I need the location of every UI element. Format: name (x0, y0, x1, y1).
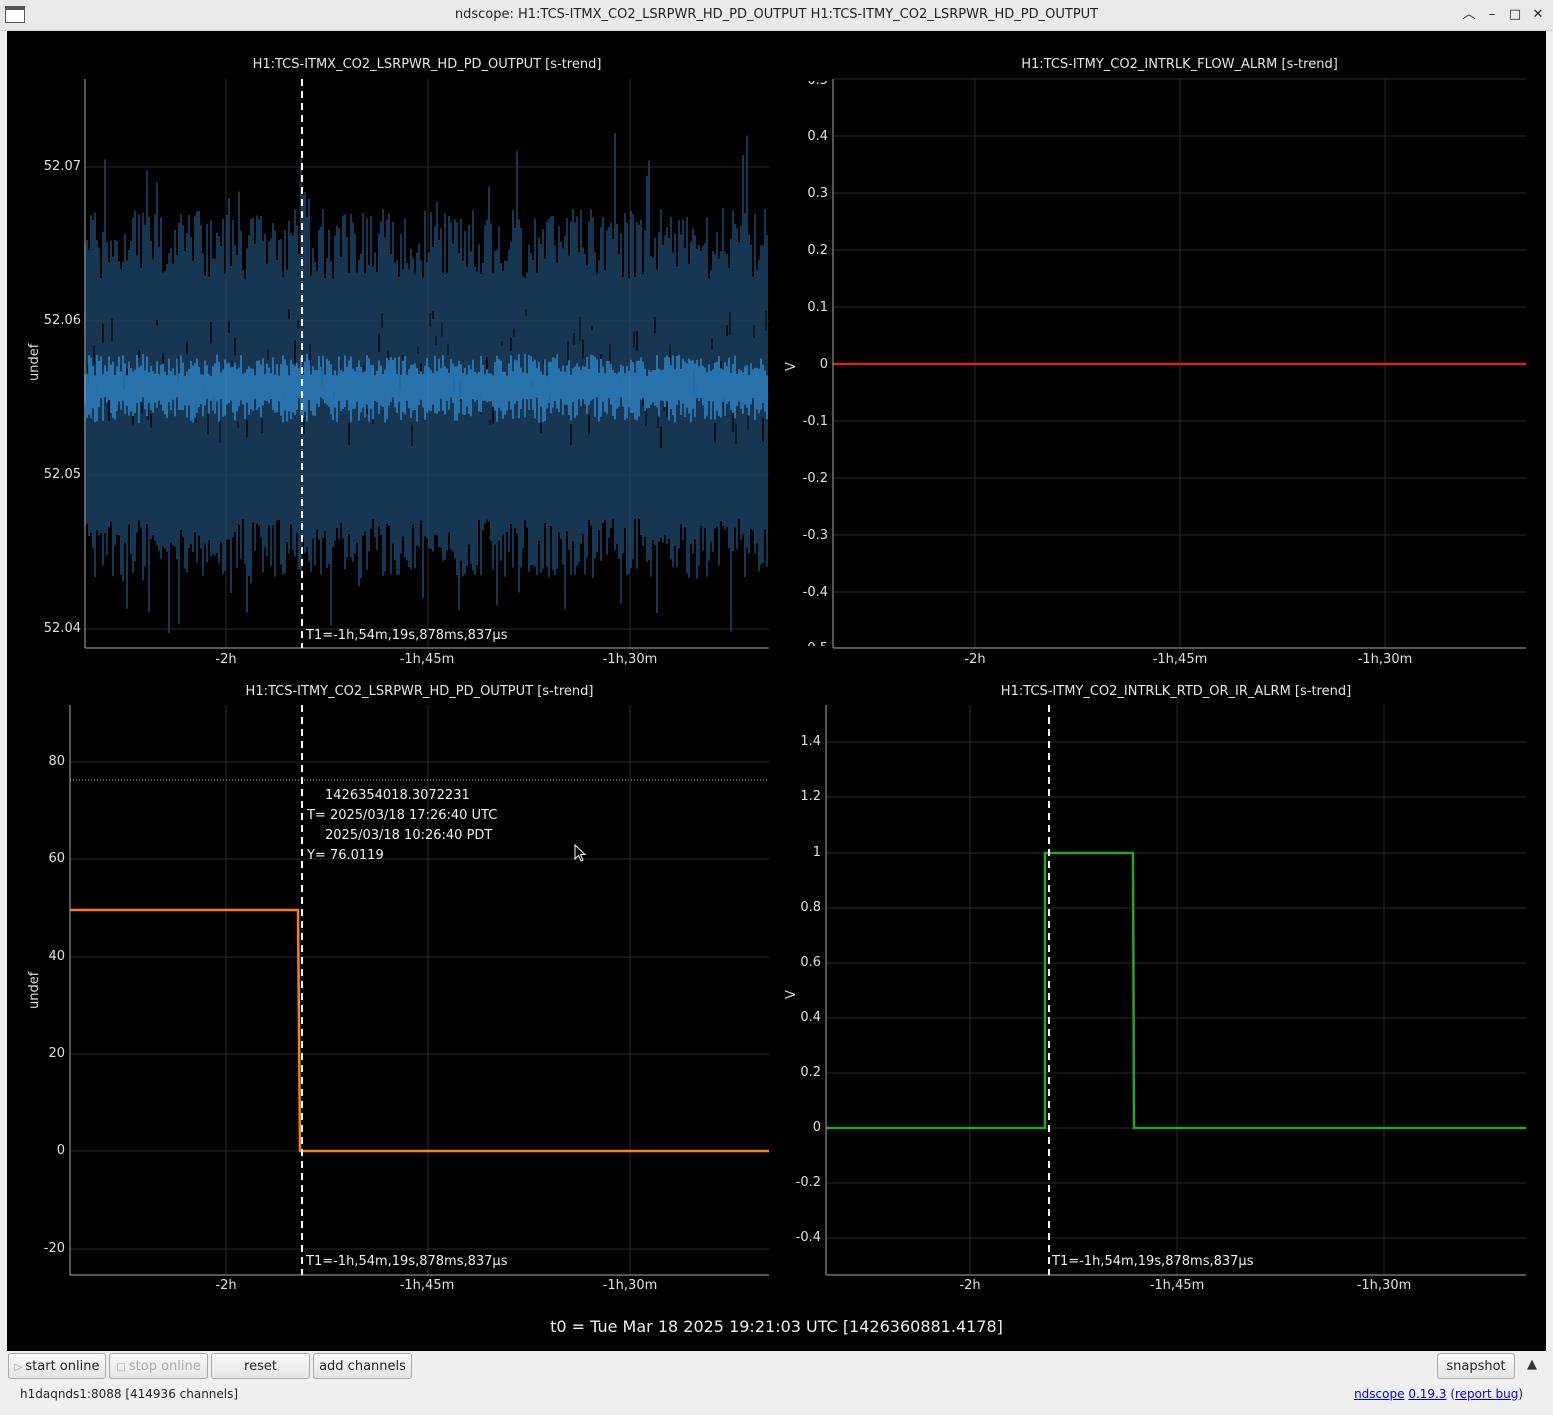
ytick-br-1: 1.2 (800, 789, 821, 804)
cursor-label-bl: T1=-1h,54m,19s,878ms,837µs (306, 1254, 508, 1269)
plot-canvas[interactable]: H1:TCS-ITMX_CO2_LSRPWR_HD_PD_OUTPUT [s-t… (7, 31, 1546, 1351)
xtick-br-1: -1h,45m (1149, 1278, 1205, 1293)
readout-utc: T= 2025/03/18 17:26:40 UTC (307, 808, 498, 823)
ytick-tr-10: -0.5 (802, 641, 828, 656)
ytick-bl-3: 20 (48, 1046, 65, 1061)
xtick-tl-0: -2h (215, 652, 237, 667)
xtick-tl-2: -1h,30m (602, 652, 658, 667)
ytick-br-5: 0.4 (800, 1010, 821, 1025)
ytick-tr-8: -0.3 (802, 528, 828, 543)
ytick-br-0: 1.4 (800, 734, 821, 749)
ytick-bl-2: 40 (48, 949, 65, 964)
ytick-tr-4: 0.1 (807, 300, 828, 315)
bottom-toolbar: ▷ start online □ stop online reset add c… (0, 1351, 1553, 1415)
ytick-br-2: 1 (812, 845, 821, 860)
ytick-tr-7: -0.2 (802, 471, 828, 486)
plot-title-bl: H1:TCS-ITMY_CO2_LSRPWR_HD_PD_OUTPUT [s-t… (245, 684, 594, 699)
xtick-bl-1: -1h,45m (399, 1278, 455, 1293)
plot-title-tr: H1:TCS-ITMY_CO2_INTRLK_FLOW_ALRM [s-tren… (1021, 57, 1338, 72)
add-channels-button[interactable]: add channels (313, 1353, 412, 1379)
version-info: ndscope 0.19.3 (report bug) (1354, 1387, 1523, 1401)
reset-button[interactable]: reset (211, 1353, 310, 1379)
readout-gps: 1426354018.3072231 (325, 788, 470, 803)
start-online-label: start online (25, 1359, 100, 1374)
ylabel-br: V (784, 990, 799, 999)
ylabel-tl: undef (27, 343, 42, 381)
ytick-tr-9: -0.4 (802, 585, 828, 600)
ytick-tr-5: 0 (819, 357, 828, 372)
maximize-icon[interactable]: □ (1506, 6, 1524, 24)
ytick-bl-5: -20 (43, 1241, 65, 1256)
ytick-tl-2: 52.05 (43, 467, 81, 482)
ytick-br-6: 0.2 (800, 1065, 821, 1080)
readout-y: Y= 76.0119 (307, 848, 384, 863)
xtick-tr-1: -1h,45m (1152, 652, 1208, 667)
mouse-pointer-icon (574, 843, 587, 862)
plot-title-br: H1:TCS-ITMY_CO2_INTRLK_RTD_OR_IR_ALRM [s… (1000, 684, 1352, 699)
plot-title-tl: H1:TCS-ITMX_CO2_LSRPWR_HD_PD_OUTPUT [s-t… (252, 57, 602, 72)
ytick-tr-1: 0.4 (807, 129, 828, 144)
xtick-tr-2: -1h,30m (1357, 652, 1413, 667)
xtick-br-2: -1h,30m (1356, 1278, 1412, 1293)
plot-area-tl[interactable] (84, 79, 769, 649)
minimize-icon[interactable]: – (1483, 6, 1501, 24)
window-title: ndscope: H1:TCS-ITMX_CO2_LSRPWR_HD_PD_OU… (454, 7, 1099, 22)
ytick-bl-1: 60 (48, 851, 65, 866)
readout-pdt: 2025/03/18 10:26:40 PDT (325, 828, 493, 843)
server-status: h1daqnds1:8088 [414936 channels] (20, 1387, 239, 1401)
start-online-button[interactable]: ▷ start online (8, 1353, 106, 1379)
snapshot-button[interactable]: snapshot (1437, 1353, 1515, 1379)
ytick-bl-4: 0 (56, 1143, 65, 1158)
ytick-tr-2: 0.3 (807, 186, 828, 201)
ylabel-bl: undef (27, 971, 42, 1009)
ytick-tr-0: 0.5 (807, 73, 828, 88)
stop-online-button[interactable]: □ stop online (109, 1353, 208, 1379)
version-link[interactable]: 0.19.3 (1408, 1387, 1446, 1401)
ytick-br-4: 0.6 (800, 955, 821, 970)
triangle-up-icon[interactable]: ▲ (1523, 1356, 1541, 1374)
ytick-tr-3: 0.2 (807, 243, 828, 258)
xtick-tr-0: -2h (964, 652, 986, 667)
stop-online-label: stop online (128, 1359, 201, 1374)
plot-area-tr[interactable] (832, 78, 1526, 649)
ytick-br-8: -0.2 (795, 1175, 821, 1190)
xtick-br-0: -2h (959, 1278, 981, 1293)
ytick-br-7: 0 (812, 1120, 821, 1135)
play-icon: ▷ (14, 1362, 26, 1373)
ytick-tr-6: -0.1 (802, 414, 828, 429)
t0-label: t0 = Tue Mar 18 2025 19:21:03 UTC [14263… (550, 1317, 1003, 1336)
cursor-label-tl: T1=-1h,54m,19s,878ms,837µs (306, 628, 508, 643)
title-bar: ndscope: H1:TCS-ITMX_CO2_LSRPWR_HD_PD_OU… (0, 0, 1553, 31)
ytick-bl-0: 80 (48, 754, 65, 769)
ytick-tl-0: 52.07 (43, 159, 81, 174)
plot-area-br[interactable] (825, 705, 1526, 1276)
report-bug-link[interactable]: report bug (1455, 1387, 1518, 1401)
cursor-label-br: T1=-1h,54m,19s,878ms,837µs (1052, 1254, 1254, 1269)
close-icon[interactable]: ✕ (1529, 6, 1547, 24)
ytick-br-3: 0.8 (800, 900, 821, 915)
stop-icon: □ (116, 1362, 129, 1373)
xtick-bl-2: -1h,30m (602, 1278, 658, 1293)
ytick-tl-1: 52.06 (43, 313, 81, 328)
ytick-tl-3: 52.04 (43, 621, 81, 636)
xtick-tl-1: -1h,45m (399, 652, 455, 667)
xtick-bl-0: -2h (215, 1278, 237, 1293)
ndscope-link[interactable]: ndscope (1354, 1387, 1404, 1401)
ytick-br-9: -0.4 (795, 1230, 821, 1245)
chevron-up-icon[interactable]: ︿ (1460, 6, 1478, 24)
